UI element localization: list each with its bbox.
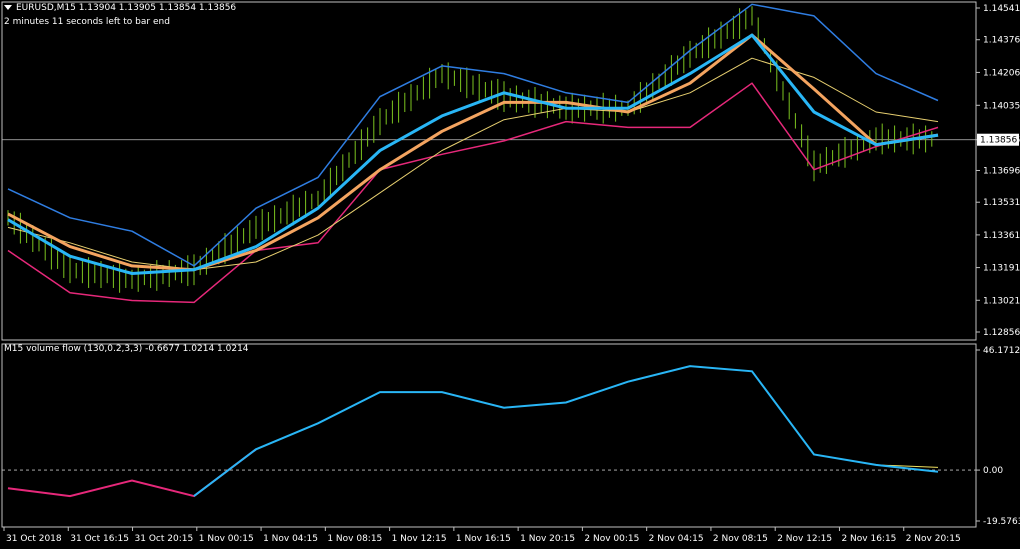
chart-canvas: 1.14541 1.14376 1.14206 1.14035 1.13856 1.136… (1, 1, 1020, 544)
last-price-label: 1.13856 (980, 136, 1017, 146)
price-tick-label: 1.13191 (983, 264, 1020, 274)
price-tick-label: 1.14206 (983, 68, 1020, 78)
time-tick-label: 2 Nov 00:15 (584, 534, 639, 544)
indicator-title: M15 volume flow (130,0.2,3,3) -0.6677 1.… (4, 344, 249, 354)
time-tick-label: 31 Oct 20:15 (135, 534, 194, 544)
time-tick-label: 2 Nov 08:15 (713, 534, 768, 544)
indicator-tick-label: 46.1712 (983, 346, 1020, 356)
price-tick-label: 1.13361 (983, 231, 1020, 241)
price-panel: 1.14541 1.14376 1.14206 1.14035 1.13856 1.136… (1, 1, 1020, 341)
price-tick-label: 1.14541 (983, 4, 1020, 14)
time-tick-label: 1 Nov 04:15 (263, 534, 318, 544)
time-tick-label: 31 Oct 2018 (6, 534, 62, 544)
time-tick-label: 1 Nov 00:15 (199, 534, 254, 544)
flow-line-positive (193, 365, 939, 497)
indicator-tick-label: 0.00 (983, 466, 1003, 476)
fast-ma-line (7, 33, 939, 275)
signal-line (7, 365, 939, 497)
indicator-tick-label: -19.5763 (983, 517, 1020, 527)
price-tick-label: 1.12856 (983, 328, 1020, 338)
price-tick-label: 1.13696 (983, 166, 1020, 176)
time-tick-label: 1 Nov 08:15 (327, 534, 382, 544)
price-tick-label: 1.14035 (983, 101, 1020, 111)
time-axis: 31 Oct 2018 31 Oct 16:15 31 Oct 20:15 1 Nov… (3, 527, 961, 544)
time-tick-label: 1 Nov 12:15 (392, 534, 447, 544)
bar-timer: 2 minutes 11 seconds left to bar end (4, 17, 170, 27)
collapse-icon[interactable] (4, 5, 12, 10)
indicator-panel: 46.1712 0.00 -19.5763 (1, 343, 1020, 528)
symbol-header[interactable]: EURUSD,M15 1.13904 1.13905 1.13854 1.138… (4, 3, 236, 13)
indicator-frame (1, 343, 977, 528)
time-tick-label: 2 Nov 04:15 (649, 534, 704, 544)
time-tick-label: 1 Nov 16:15 (456, 534, 511, 544)
time-tick-label: 1 Nov 20:15 (520, 534, 575, 544)
time-tick-label: 2 Nov 16:15 (841, 534, 896, 544)
price-tick-label: 1.13021 (983, 296, 1020, 306)
price-tick-label: 1.13531 (983, 198, 1020, 208)
time-tick-label: 2 Nov 12:15 (777, 534, 832, 544)
price-frame (1, 1, 977, 341)
price-tick-label: 1.14376 (983, 36, 1020, 46)
flow-line-negative (7, 448, 257, 498)
time-tick-label: 31 Oct 16:15 (70, 534, 129, 544)
symbol-line: EURUSD,M15 1.13904 1.13905 1.13854 1.138… (16, 3, 237, 13)
time-tick-label: 2 Nov 20:15 (906, 534, 961, 544)
